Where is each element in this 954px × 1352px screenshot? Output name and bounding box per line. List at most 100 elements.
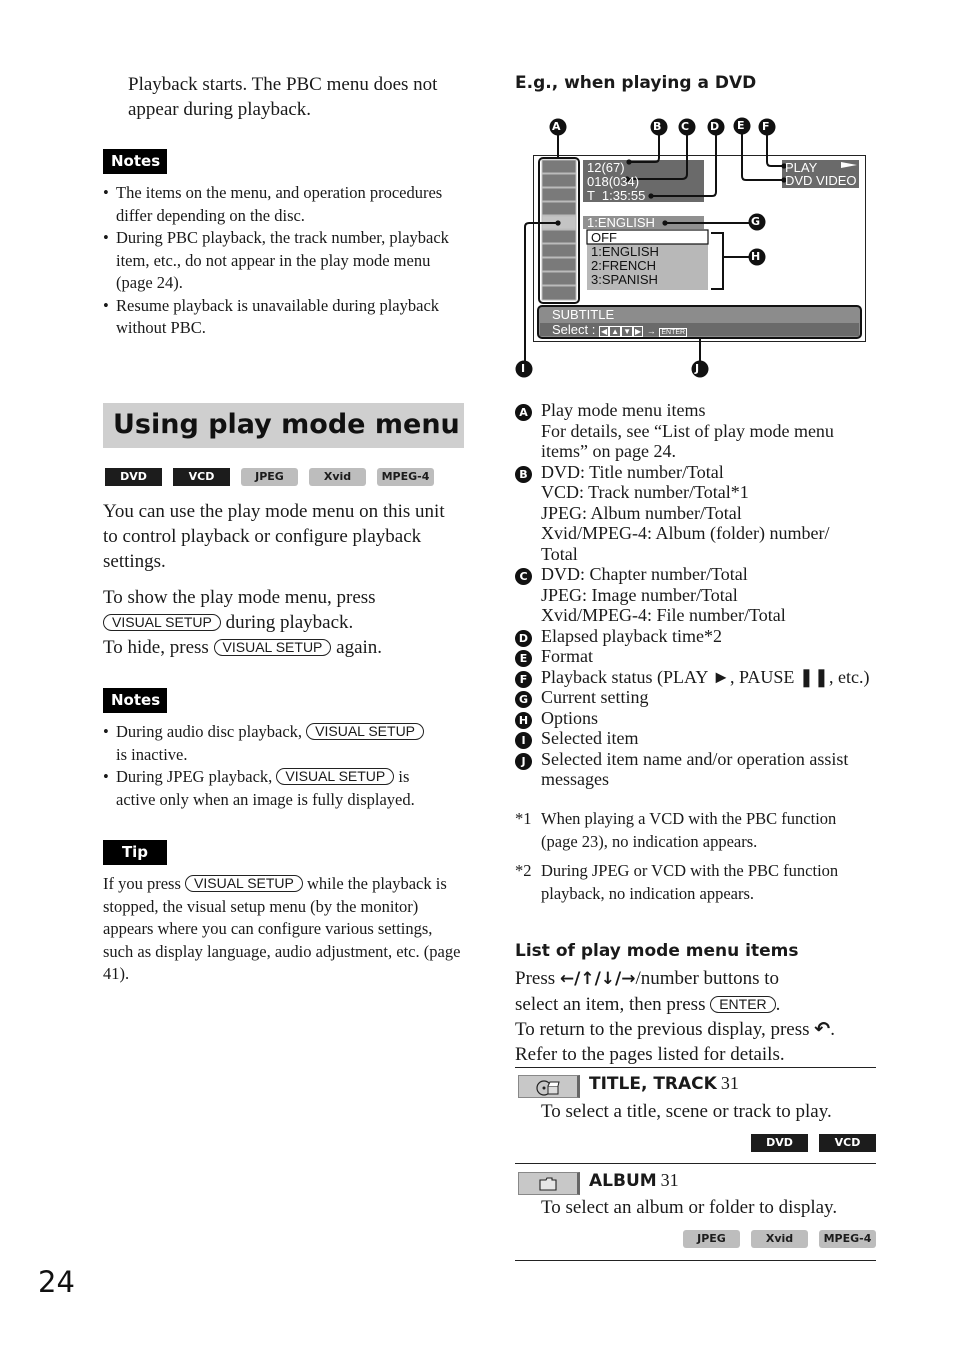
legend-item-f: F Playback status (PLAY ►, PAUSE ❚❚, etc.… <box>515 667 880 688</box>
format-badges: DVD VCD JPEG Xvid MPEG-4 <box>105 467 445 486</box>
notes-label-2: Notes <box>103 688 167 713</box>
arrow-down-icon: ▼ <box>621 326 633 337</box>
osd-option-selected: OFF <box>591 230 617 245</box>
footnote-mark: *1 <box>515 809 532 828</box>
menu-item-title: TITLE, TRACK <box>589 1074 717 1094</box>
menu-item-desc: To select an album or folder to display. <box>541 1197 838 1218</box>
tip-text-start: If you press <box>103 874 181 893</box>
badge-mpeg4: MPEG-4 <box>377 468 434 486</box>
callout-j-letter: J <box>695 362 700 375</box>
legend-line: JPEG: Image number/Total <box>541 584 738 605</box>
menu-item-badges: JPEG Xvid MPEG-4 <box>683 1229 876 1248</box>
show-line: To show the play mode menu, press <box>103 587 376 608</box>
visual-setup-button-label: VISUAL SETUP <box>185 875 303 892</box>
osd-option: 2:FRENCH <box>591 258 657 273</box>
return-text: To return to the previous display, press <box>515 1019 810 1040</box>
badge-xvid: Xvid <box>309 468 366 486</box>
menu-item-page: 31 <box>720 1073 739 1093</box>
callout-marker-icon: F <box>515 670 532 688</box>
badge-vcd: VCD <box>173 468 230 486</box>
callout-marker-icon: G <box>515 691 532 708</box>
visual-setup-button-label: VISUAL SETUP <box>213 639 332 656</box>
note-item: The items on the menu, and operation pro… <box>103 182 453 227</box>
return-icon: ↶ <box>814 1018 831 1040</box>
legend-line: Current setting <box>541 687 649 707</box>
menu-item-desc: To select a title, scene or track to pla… <box>541 1101 832 1122</box>
legend-line: For details, see “List of play mode menu <box>541 420 834 441</box>
legend-line: VCD: Track number/Total*1 <box>541 482 749 502</box>
osd-bottom-help: Select : ◀ ▲ ▼ ▶ → ENTER <box>552 323 688 340</box>
osd-current-setting: 1:ENGLISH <box>587 215 655 230</box>
arrow-up-icon: ▲ <box>609 326 622 337</box>
osd-chapter-number: 018(034) <box>587 174 640 189</box>
legend-line: Xvid/MPEG-4: Album (folder) number/ <box>541 523 830 543</box>
legend-item-i: I Selected item <box>515 728 880 749</box>
legend-item-b: B DVD: Title number/Total VCD: Track numbe… <box>515 462 880 565</box>
legend-line: Playback status (PLAY ►, PAUSE ❚❚, etc.) <box>541 666 870 687</box>
menu-item-title: ALBUM <box>589 1171 657 1191</box>
callout-marker-icon: A <box>515 404 532 421</box>
legend-item-j: J Selected item name and/or operation ass… <box>515 749 880 790</box>
legend-line: Format <box>541 646 593 666</box>
folder-icon <box>518 1172 580 1195</box>
menu-item-title-track: TITLE, TRACK 31 To select a title, scene… <box>515 1067 876 1163</box>
notes-label: Notes <box>103 149 167 174</box>
arrow-icon: → <box>646 326 656 336</box>
osd-title-number: 12(67) <box>587 160 625 175</box>
arrow-right-icon: ▶ <box>632 326 644 337</box>
note-text: is inactive. <box>116 744 188 764</box>
callout-marker-icon: H <box>515 711 532 729</box>
tip-text-mid: while the playback <box>307 874 432 893</box>
legend-item-e: E Format <box>515 646 880 667</box>
footnote-text: When playing a VCD with the PBC function… <box>541 809 837 851</box>
callout-h-letter: H <box>751 250 761 263</box>
legend-line: Xvid/MPEG-4: File number/Total <box>541 605 786 625</box>
osd-enter-key: ENTER <box>659 328 688 337</box>
notes-list-2: During audio disc playback, VISUAL SETUP… <box>103 721 463 811</box>
hide-text: To hide, press <box>103 637 209 658</box>
enter-button-label: ENTER <box>710 996 776 1013</box>
menu-item-heading: ALBUM 31 <box>589 1170 679 1191</box>
again-text: again. <box>336 637 383 658</box>
callout-a-letter: A <box>552 120 561 133</box>
note-text: is <box>398 767 410 786</box>
badge-vcd: VCD <box>819 1134 876 1152</box>
legend-list: A Play mode menu items For details, see “L… <box>515 400 880 790</box>
osd-option: 3:SPANISH <box>591 272 658 287</box>
osd-option: 1:ENGLISH <box>591 244 659 259</box>
number-buttons-text: /number buttons to <box>635 968 780 989</box>
tip-text: If you press VISUAL SETUP while the play… <box>103 873 465 986</box>
page-number: 24 <box>38 1265 75 1299</box>
callout-c-letter: C <box>681 120 690 133</box>
arrow-left-icon: ◀ <box>598 326 610 337</box>
badge-dvd: DVD <box>751 1134 808 1152</box>
legend-line: Play mode menu items <box>541 400 706 420</box>
select-text: select an item, then press <box>515 994 706 1015</box>
visual-setup-button-label: VISUAL SETUP <box>306 723 425 740</box>
callout-marker-icon: B <box>515 465 532 483</box>
osd-elapsed-time: T 1:35:55 <box>587 188 646 203</box>
badge-xvid: Xvid <box>751 1230 808 1248</box>
callout-marker-icon: I <box>515 732 532 749</box>
callout-marker-icon: J <box>515 752 532 770</box>
osd-bottom-title: SUBTITLE <box>552 307 615 322</box>
legend-line: Elapsed playback time*2 <box>541 625 722 646</box>
section-title: Using play mode menu <box>113 409 460 440</box>
legend-item-a: A Play mode menu items For details, see “L… <box>515 400 880 462</box>
legend-item-c: C DVD: Chapter number/Total JPEG: Image nu… <box>515 564 880 626</box>
note-text: During JPEG playback, <box>116 767 273 786</box>
tip-label: Tip <box>103 840 167 865</box>
show-hide-paragraph: To show the play mode menu, press VISUAL… <box>103 585 463 660</box>
legend-line: DVD: Chapter number/Total <box>541 564 748 584</box>
callout-f-letter: F <box>762 120 770 133</box>
footnote-mark: *2 <box>515 861 532 880</box>
menu-item-page: 31 <box>660 1170 679 1190</box>
note-item: During audio disc playback, VISUAL SETUP… <box>103 721 463 766</box>
osd-format: DVD VIDEO <box>785 173 857 188</box>
example-heading: E.g., when playing a DVD <box>515 73 757 93</box>
legend-line: DVD: Title number/Total <box>541 461 724 482</box>
callout-marker-icon: D <box>515 629 532 647</box>
callout-i-letter: I <box>521 362 526 375</box>
refer-text: Refer to the pages listed for details. <box>515 1044 785 1065</box>
badge-mpeg4: MPEG-4 <box>819 1230 876 1248</box>
